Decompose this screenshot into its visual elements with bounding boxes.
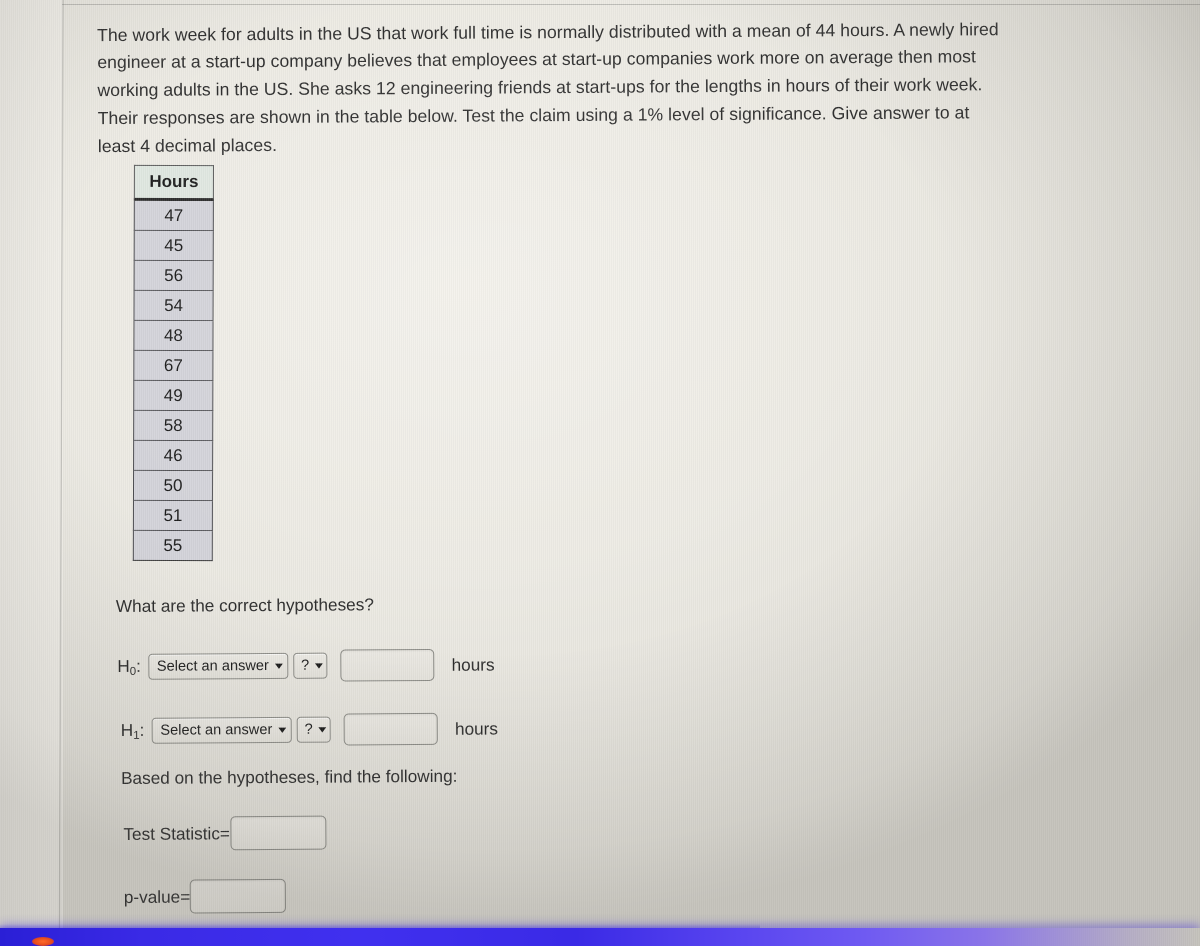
hypothesis-letter: H bbox=[120, 719, 134, 740]
table-row: 67 bbox=[133, 350, 214, 382]
hours-cell: 58 bbox=[133, 410, 214, 442]
hours-cell: 54 bbox=[133, 290, 214, 322]
table-row: 56 bbox=[133, 260, 214, 292]
based-on-hypotheses-label: Based on the hypotheses, find the follow… bbox=[120, 765, 458, 788]
column-header-hours: Hours bbox=[133, 164, 214, 202]
null-parameter-select[interactable]: Select an answer ▾ bbox=[147, 652, 289, 680]
chevron-down-icon: ▾ bbox=[274, 659, 283, 672]
cut-off-question-label: Th bbox=[127, 939, 147, 946]
table-header-row: Hours bbox=[133, 164, 214, 202]
hours-cell: 49 bbox=[133, 380, 214, 412]
p-value-row: p-value= bbox=[123, 878, 287, 914]
alternative-parameter-select-value: Select an answer bbox=[160, 721, 273, 739]
hours-cell: 67 bbox=[133, 350, 214, 382]
alternative-value-input[interactable] bbox=[343, 712, 439, 746]
hypothesis-row-alternative: H1: Select an answer ▾ ? ▾ hours bbox=[121, 712, 498, 747]
hours-data-table: Hours 47 45 56 54 48 67 49 58 46 50 51 55 bbox=[132, 164, 214, 562]
hours-cell: 46 bbox=[133, 440, 214, 472]
hypothesis-label-null: H0: bbox=[117, 656, 141, 678]
chevron-down-icon: ▾ bbox=[314, 659, 323, 672]
test-statistic-label: Test Statistic= bbox=[123, 822, 230, 844]
table-row: 51 bbox=[132, 500, 213, 532]
null-value-input[interactable] bbox=[340, 648, 435, 682]
chevron-down-icon: ▾ bbox=[277, 723, 286, 736]
hypothesis-colon: : bbox=[136, 655, 141, 676]
hours-cell: 50 bbox=[132, 470, 214, 502]
hypotheses-question-label: What are the correct hypotheses? bbox=[115, 594, 374, 617]
alternative-unit-label: hours bbox=[454, 717, 499, 739]
hypothesis-label-alternative: H1: bbox=[121, 720, 145, 742]
alternative-operator-select[interactable]: ? ▾ bbox=[296, 716, 332, 743]
null-parameter-select-value: Select an answer bbox=[156, 658, 269, 675]
test-statistic-row: Test Statistic= bbox=[123, 815, 327, 851]
hypothesis-letter: H bbox=[117, 655, 130, 677]
table-row: 50 bbox=[132, 470, 214, 502]
table-row: 49 bbox=[133, 380, 214, 412]
test-statistic-input[interactable] bbox=[229, 815, 327, 851]
problem-statement: The work week for adults in the US that … bbox=[97, 18, 999, 156]
hours-cell: 56 bbox=[133, 260, 214, 292]
hours-cell: 45 bbox=[133, 230, 214, 262]
table-row: 55 bbox=[132, 530, 213, 562]
assignment-content: The work week for adults in the US that … bbox=[0, 0, 1200, 946]
hours-cell: 48 bbox=[133, 320, 214, 352]
alternative-parameter-select[interactable]: Select an answer ▾ bbox=[151, 716, 292, 744]
p-value-label: p-value= bbox=[123, 886, 191, 907]
hours-cell: 55 bbox=[132, 530, 213, 562]
table-row: 45 bbox=[133, 230, 214, 262]
hypothesis-row-null: H0: Select an answer ▾ ? ▾ hours bbox=[117, 648, 495, 684]
hypothesis-colon: : bbox=[139, 719, 145, 740]
table-row: 46 bbox=[133, 440, 214, 472]
alternative-operator-select-value: ? bbox=[304, 721, 313, 738]
table-row: 48 bbox=[133, 320, 214, 352]
cut-off-question-row: Th bbox=[127, 931, 622, 946]
cut-off-question-input[interactable] bbox=[365, 931, 622, 946]
null-unit-label: hours bbox=[451, 654, 495, 675]
null-operator-select-value: ? bbox=[301, 657, 310, 674]
table-row: 47 bbox=[133, 200, 214, 232]
chevron-down-icon: ▾ bbox=[318, 723, 327, 736]
table-row: 58 bbox=[133, 410, 214, 442]
null-operator-select[interactable]: ? ▾ bbox=[293, 652, 328, 679]
table-row: 54 bbox=[133, 290, 214, 322]
screen-photo: The work week for adults in the US that … bbox=[0, 0, 1200, 946]
p-value-input[interactable] bbox=[190, 878, 287, 914]
hours-cell: 51 bbox=[132, 500, 213, 532]
hours-cell: 47 bbox=[133, 200, 214, 232]
